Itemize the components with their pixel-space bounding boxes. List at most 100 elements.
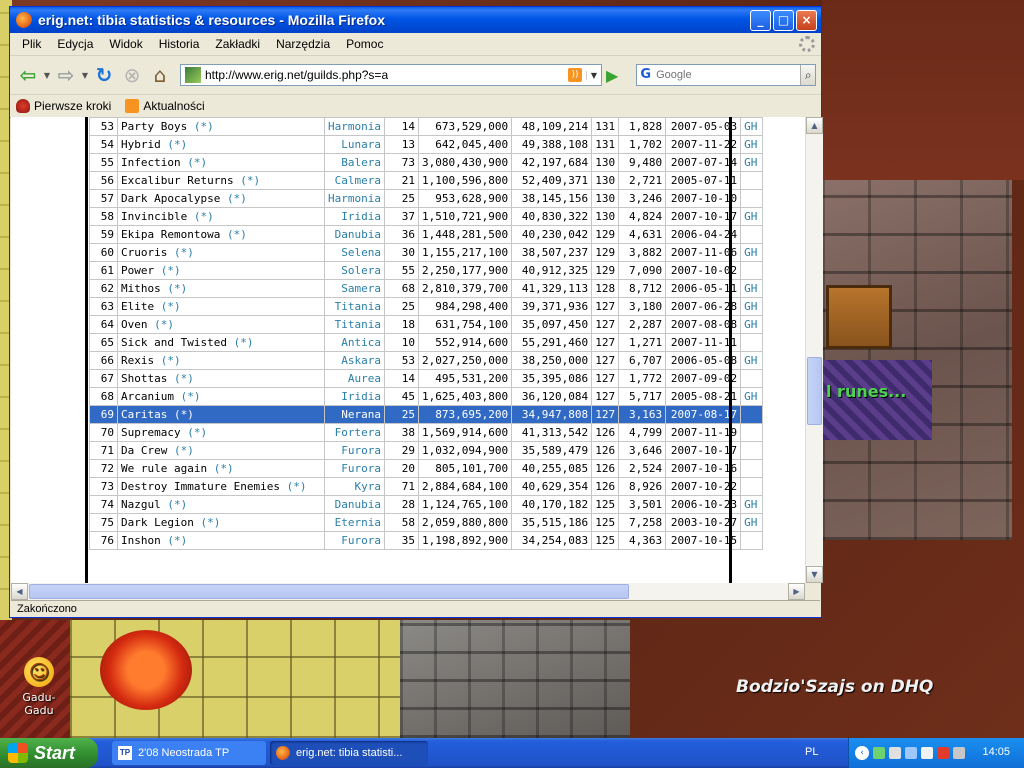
guild-world[interactable]: Nerana xyxy=(324,405,385,424)
guild-details-link[interactable]: (*) xyxy=(174,372,194,385)
guild-hall-badge[interactable]: GH xyxy=(740,387,764,406)
guild-hall-badge[interactable]: GH xyxy=(740,351,764,370)
taskbar-item-firefox[interactable]: erig.net: tibia statisti... xyxy=(270,741,428,765)
horizontal-scrollbar[interactable]: ◀ ▶ xyxy=(11,583,805,600)
minimize-button[interactable]: _ xyxy=(750,9,771,31)
maximize-button[interactable]: □ xyxy=(773,9,794,31)
guild-hall-badge[interactable] xyxy=(740,369,764,388)
guild-details-link[interactable]: (*) xyxy=(174,408,194,421)
guild-world[interactable]: Kyra xyxy=(324,477,385,496)
forward-button[interactable]: ⇨ xyxy=(52,61,80,89)
guild-hall-badge[interactable] xyxy=(740,333,764,352)
guild-hall-badge[interactable]: GH xyxy=(740,153,764,172)
start-button[interactable]: Start xyxy=(0,738,98,768)
guild-hall-badge[interactable] xyxy=(740,261,764,280)
guild-world[interactable]: Eternia xyxy=(324,513,385,532)
guild-name-link[interactable]: Mithos xyxy=(121,282,161,295)
guild-details-link[interactable]: (*) xyxy=(154,318,174,331)
stop-button[interactable]: ⊗ xyxy=(118,61,146,89)
guild-hall-badge[interactable] xyxy=(740,459,764,478)
guild-details-link[interactable]: (*) xyxy=(174,444,194,457)
guild-details-link[interactable]: (*) xyxy=(174,246,194,259)
guild-name-link[interactable]: Cruoris xyxy=(121,246,167,259)
close-button[interactable]: × xyxy=(796,9,817,31)
guild-world[interactable]: Askara xyxy=(324,351,385,370)
guild-hall-badge[interactable]: GH xyxy=(740,495,764,514)
bluetooth-icon[interactable] xyxy=(921,747,933,759)
url-input[interactable] xyxy=(205,68,568,82)
guild-world[interactable]: Furora xyxy=(324,441,385,460)
guild-name-link[interactable]: Ekipa Remontowa xyxy=(121,228,220,241)
guild-hall-badge[interactable] xyxy=(740,405,764,424)
network-icon[interactable] xyxy=(873,747,885,759)
scroll-down-button[interactable]: ▼ xyxy=(806,566,823,583)
guild-world[interactable]: Iridia xyxy=(324,207,385,226)
guild-world[interactable]: Harmonia xyxy=(324,189,385,208)
menu-zakladki[interactable]: Zakładki xyxy=(207,35,268,53)
guild-world[interactable]: Fortera xyxy=(324,423,385,442)
guild-name-link[interactable]: Inshon xyxy=(121,534,161,547)
guild-details-link[interactable]: (*) xyxy=(161,264,181,277)
url-history-dropdown[interactable]: ▼ xyxy=(586,70,601,80)
guild-hall-badge[interactable] xyxy=(740,531,764,550)
scroll-right-button[interactable]: ▶ xyxy=(788,583,805,600)
desktop-icon-gadu-gadu[interactable]: ☺ Gadu-Gadu xyxy=(8,657,70,717)
tray-expand-icon[interactable]: ‹ xyxy=(855,746,869,760)
scroll-up-button[interactable]: ▲ xyxy=(806,117,823,134)
search-icon[interactable]: ⌕ xyxy=(800,65,816,85)
guild-name-link[interactable]: Supremacy xyxy=(121,426,181,439)
menu-pomoc[interactable]: Pomoc xyxy=(338,35,391,53)
guild-name-link[interactable]: Caritas xyxy=(121,408,167,421)
guild-world[interactable]: Titania xyxy=(324,297,385,316)
menu-widok[interactable]: Widok xyxy=(101,35,150,53)
guild-details-link[interactable]: (*) xyxy=(187,156,207,169)
guild-name-link[interactable]: Elite xyxy=(121,300,154,313)
guild-details-link[interactable]: (*) xyxy=(181,390,201,403)
guild-name-link[interactable]: Shottas xyxy=(121,372,167,385)
guild-name-link[interactable]: Party Boys xyxy=(121,120,187,133)
guild-name-link[interactable]: Invincible xyxy=(121,210,187,223)
guild-hall-badge[interactable]: GH xyxy=(740,117,764,136)
guild-hall-badge[interactable]: GH xyxy=(740,243,764,262)
bookmark-pierwsze-kroki[interactable]: Pierwsze kroki xyxy=(16,99,111,113)
guild-details-link[interactable]: (*) xyxy=(234,336,254,349)
guild-world[interactable]: Aurea xyxy=(324,369,385,388)
menu-plik[interactable]: Plik xyxy=(14,35,49,53)
guild-hall-badge[interactable]: GH xyxy=(740,207,764,226)
taskbar-item-neostrada[interactable]: TP 2'08 Neostrada TP xyxy=(112,741,266,765)
guild-details-link[interactable]: (*) xyxy=(240,174,260,187)
guild-name-link[interactable]: Excalibur Returns xyxy=(121,174,234,187)
scroll-left-button[interactable]: ◀ xyxy=(11,583,28,600)
reload-button[interactable]: ↻ xyxy=(90,61,118,89)
guild-name-link[interactable]: We rule again xyxy=(121,462,207,475)
guild-details-link[interactable]: (*) xyxy=(194,120,214,133)
menu-historia[interactable]: Historia xyxy=(151,35,208,53)
go-button[interactable]: ▶ xyxy=(606,66,618,85)
guild-hall-badge[interactable]: GH xyxy=(740,279,764,298)
guild-hall-badge[interactable]: GH xyxy=(740,297,764,316)
bookmark-aktualnosci[interactable]: Aktualności xyxy=(125,99,205,113)
guild-world[interactable]: Antica xyxy=(324,333,385,352)
guild-hall-badge[interactable] xyxy=(740,225,764,244)
guild-world[interactable]: Balera xyxy=(324,153,385,172)
google-engine-icon[interactable]: G xyxy=(639,67,652,83)
guild-world[interactable]: Danubia xyxy=(324,495,385,514)
guild-details-link[interactable]: (*) xyxy=(200,516,220,529)
guild-details-link[interactable]: (*) xyxy=(161,300,181,313)
guild-hall-badge[interactable] xyxy=(740,441,764,460)
guild-name-link[interactable]: Rexis xyxy=(121,354,154,367)
guild-name-link[interactable]: Infection xyxy=(121,156,181,169)
window-titlebar[interactable]: erig.net: tibia statistics & resources -… xyxy=(10,7,821,33)
monitor-icon[interactable] xyxy=(889,747,901,759)
guild-details-link[interactable]: (*) xyxy=(167,138,187,151)
guild-hall-badge[interactable]: GH xyxy=(740,513,764,532)
guild-world[interactable]: Selena xyxy=(324,243,385,262)
connection-icon[interactable] xyxy=(905,747,917,759)
guild-hall-badge[interactable] xyxy=(740,171,764,190)
guild-name-link[interactable]: Destroy Immature Enemies xyxy=(121,480,280,493)
guild-name-link[interactable]: Da Crew xyxy=(121,444,167,457)
url-bar[interactable]: )) ▼ xyxy=(180,64,602,86)
guild-hall-badge[interactable]: GH xyxy=(740,135,764,154)
guild-details-link[interactable]: (*) xyxy=(167,534,187,547)
guild-hall-badge[interactable] xyxy=(740,477,764,496)
